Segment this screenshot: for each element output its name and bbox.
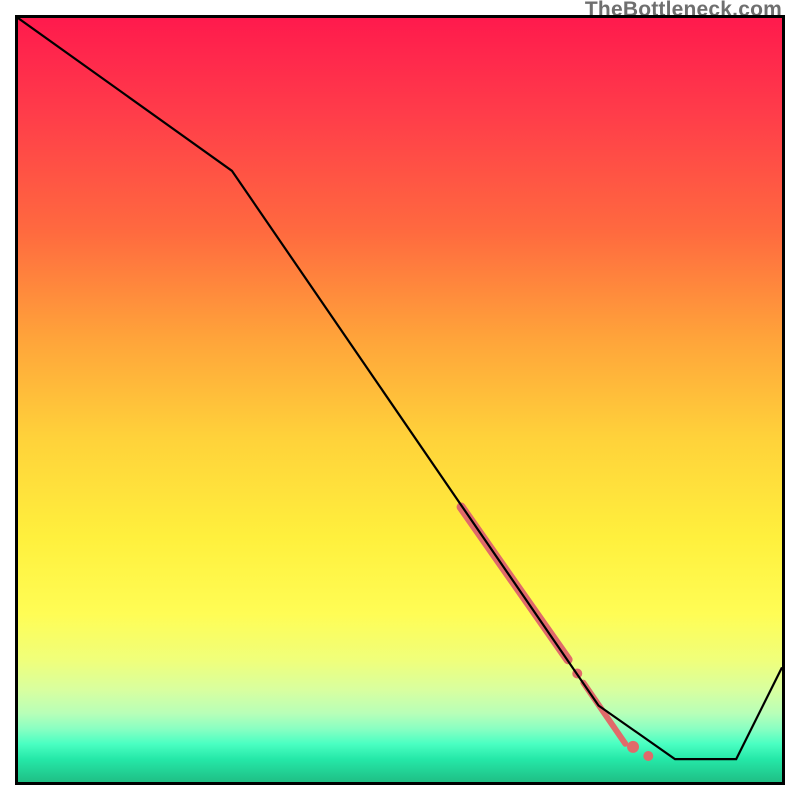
chart-container: TheBottleneck.com	[0, 0, 800, 800]
chart-svg	[18, 18, 782, 782]
curve-line	[18, 18, 782, 759]
highlight-point	[643, 751, 653, 761]
plot-area	[15, 15, 785, 785]
highlight-point	[627, 741, 639, 753]
